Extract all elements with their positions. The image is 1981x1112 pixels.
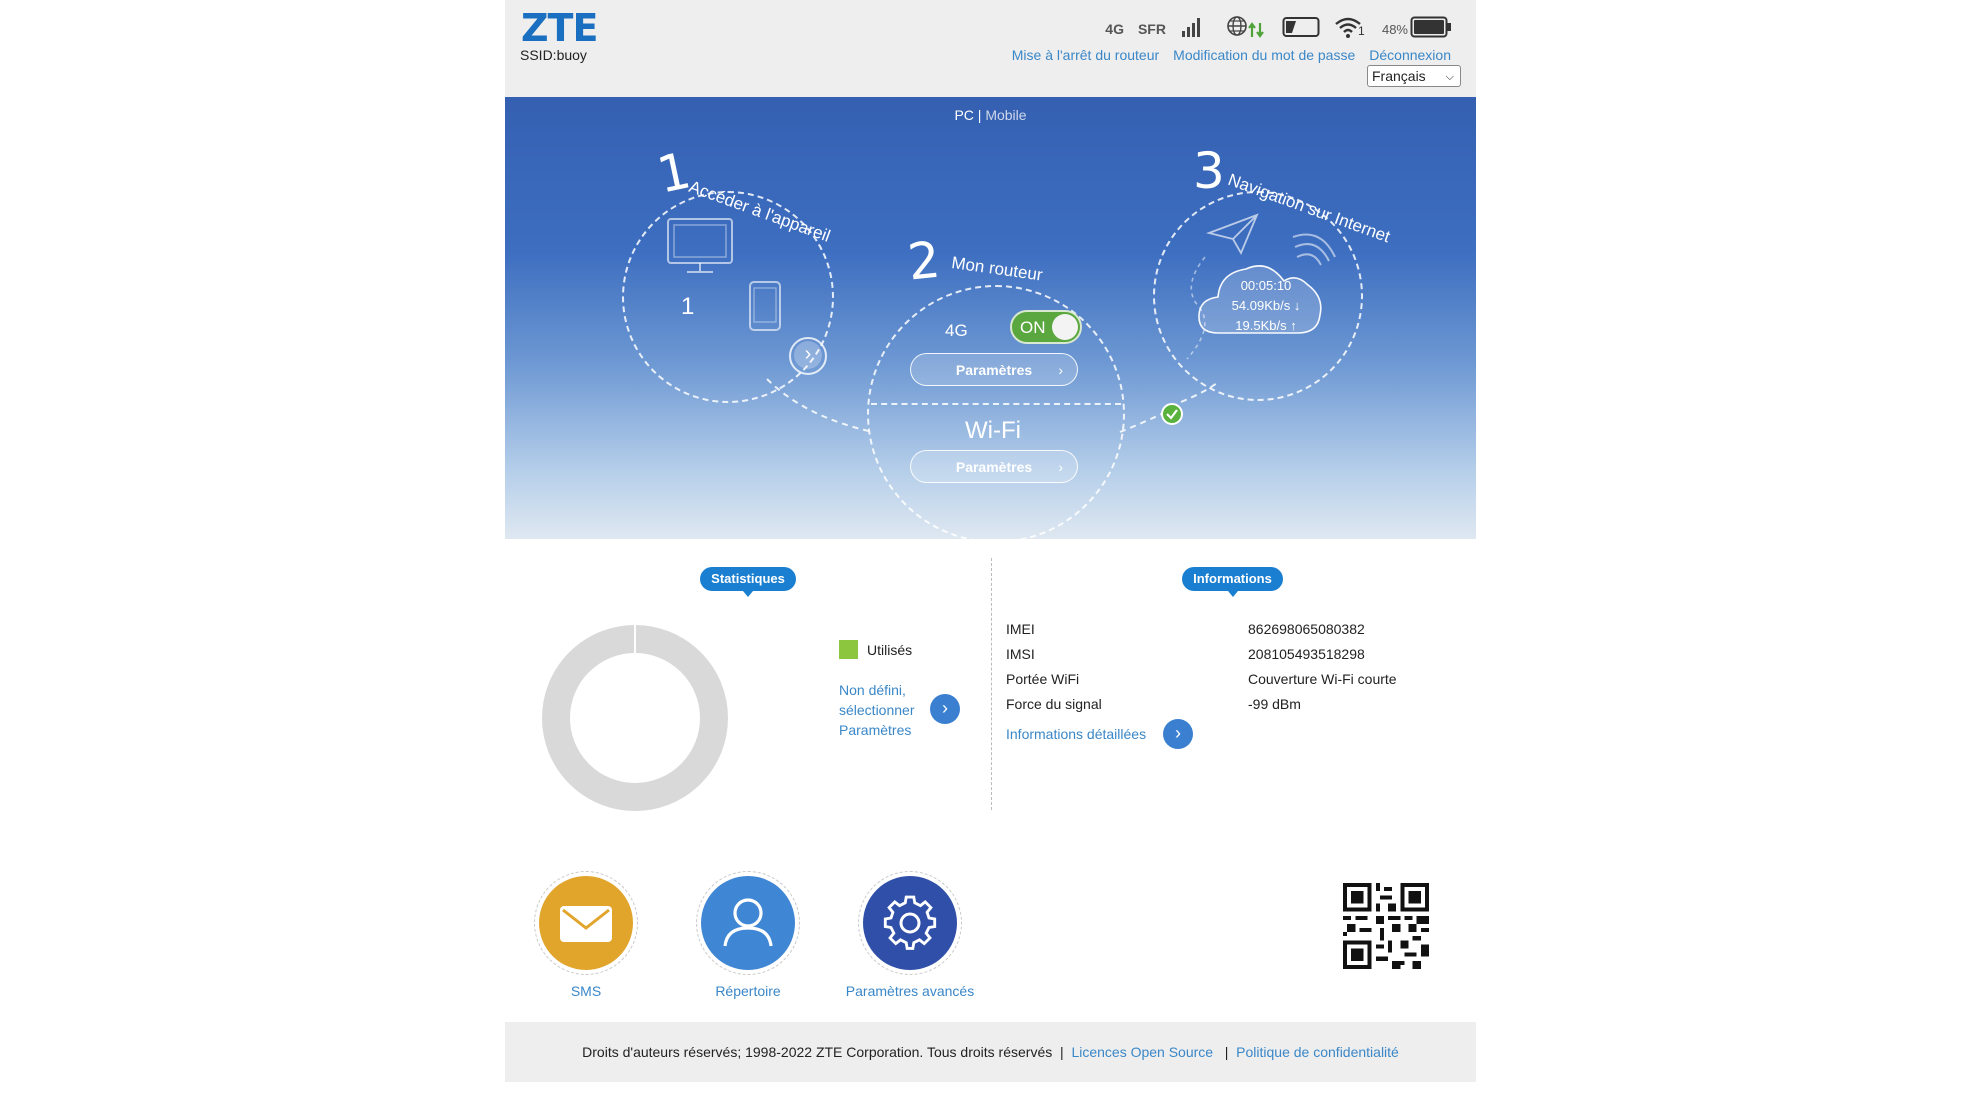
sms-circle (539, 876, 633, 970)
set-data-plan-button[interactable]: › (930, 694, 960, 724)
phonebook-circle (701, 876, 795, 970)
battery-percent: 48% (1381, 21, 1408, 37)
zte-logo: ZTE (521, 6, 598, 50)
chevron-down-icon: ⌵ (1445, 71, 1454, 83)
advanced-settings-circle (863, 876, 957, 970)
section-divider (991, 558, 992, 810)
wifi-label: Wi-Fi (965, 417, 1021, 444)
phone-icon (749, 281, 781, 331)
operator-name: SFR (1137, 21, 1166, 37)
change-password-link[interactable]: Modification du mot de passe (1173, 47, 1355, 63)
signal-icon (1180, 16, 1202, 43)
header: ZTE SSID:buoy 4G SFR 1 48% Mise à l'arrê… (505, 0, 1476, 97)
check-icon (1161, 403, 1183, 425)
person-icon (723, 898, 773, 947)
sms-button[interactable] (534, 871, 638, 975)
language-value: Français (1372, 68, 1426, 84)
qr-code (1343, 883, 1429, 969)
ssid-label: SSID:buoy (520, 47, 587, 63)
sim-card-icon (1282, 16, 1320, 43)
gear-icon (883, 895, 937, 950)
phonebook-button[interactable] (696, 871, 800, 975)
status-bar: 4G SFR 1 48% (1105, 15, 1452, 44)
monitor-icon (667, 218, 733, 273)
envelope-icon (560, 906, 612, 942)
download-speed: 54.09Kb/s ↓ (1231, 298, 1301, 313)
upload-speed: 19.5Kb/s ↑ (1235, 318, 1297, 333)
statistics-badge: Statistiques (700, 567, 796, 597)
imei-value: 862698065080382 (1248, 621, 1365, 637)
step3-number: 3 (1193, 142, 1225, 200)
privacy-policy-link[interactable]: Politique de confidentialité (1236, 1044, 1399, 1060)
wifi-range-label: Portée WiFi (1006, 671, 1080, 687)
data-usage-donut (542, 625, 728, 811)
imei-label: IMEI (1006, 621, 1035, 637)
header-links: Mise à l'arrêt du routeur Modification d… (1012, 47, 1451, 63)
mobile-settings-label: Paramètres (955, 362, 1033, 378)
copyright-text: Droits d'auteurs réservés; 1998-2022 ZTE… (582, 1044, 1053, 1060)
set-plan-line2: sélectionner (839, 702, 915, 718)
connected-devices-count: 1 (681, 293, 695, 320)
signal-strength-label: Force du signal (1006, 696, 1102, 712)
chevron-right-icon: › (1058, 459, 1063, 475)
network-type: 4G (1105, 21, 1124, 37)
footer-separator: | (1224, 1044, 1229, 1060)
mobile-data-label: 4G (945, 321, 968, 340)
connection-duration: 00:05:10 (1240, 278, 1292, 293)
open-source-link[interactable]: Licences Open Source (1071, 1044, 1213, 1060)
set-data-plan-link[interactable]: Non défini, sélectionner Paramètres (839, 680, 929, 740)
router-divider (871, 403, 1121, 405)
chevron-right-icon: › (1058, 362, 1063, 378)
step2-number: 2 (905, 230, 943, 292)
set-plan-line1: Non défini, (839, 682, 906, 698)
information-badge: Informations (1182, 567, 1283, 597)
logout-link[interactable]: Déconnexion (1369, 47, 1451, 63)
advanced-settings-label[interactable]: Paramètres avancés (820, 983, 1000, 999)
advanced-settings-button[interactable] (858, 871, 962, 975)
mobile-settings-button[interactable]: Paramètres › (910, 353, 1078, 386)
toggle-state: ON (1020, 318, 1046, 337)
toggle-knob (1052, 314, 1078, 340)
detailed-info-link[interactable]: Informations détaillées (1006, 726, 1146, 742)
chevron-right-icon: › (794, 341, 822, 369)
wifi-range-value: Couverture Wi-Fi courte (1248, 671, 1397, 687)
mobile-data-toggle[interactable]: ON (1010, 310, 1082, 344)
footer: Droits d'auteurs réservés; 1998-2022 ZTE… (505, 1022, 1476, 1082)
used-legend-swatch (839, 640, 858, 659)
detailed-info-button[interactable]: › (1163, 719, 1193, 749)
imsi-label: IMSI (1006, 646, 1035, 662)
step2-circle (867, 285, 1125, 539)
dashboard-banner: PC | Mobile 1 Accéder à l'appareil 1 › 2… (505, 97, 1476, 539)
set-plan-line3: Paramètres (839, 722, 912, 738)
imsi-value: 208105493518298 (1248, 646, 1365, 662)
footer-separator: | (1060, 1044, 1064, 1060)
used-legend-label: Utilisés (867, 642, 913, 658)
wifi-settings-button[interactable]: Paramètres › (910, 450, 1078, 483)
wifi-client-count: 1 (1357, 23, 1365, 38)
shutdown-link[interactable]: Mise à l'arrêt du routeur (1012, 47, 1159, 63)
battery-icon (1410, 16, 1452, 43)
wifi-icon: 1 (1334, 16, 1365, 43)
sms-label[interactable]: SMS (496, 983, 676, 999)
wifi-settings-label: Paramètres (955, 459, 1033, 475)
phonebook-label[interactable]: Répertoire (658, 983, 838, 999)
signal-strength-value: -99 dBm (1248, 696, 1301, 712)
language-select[interactable]: Français ⌵ (1367, 65, 1461, 87)
internet-connection-icon (1226, 15, 1268, 44)
